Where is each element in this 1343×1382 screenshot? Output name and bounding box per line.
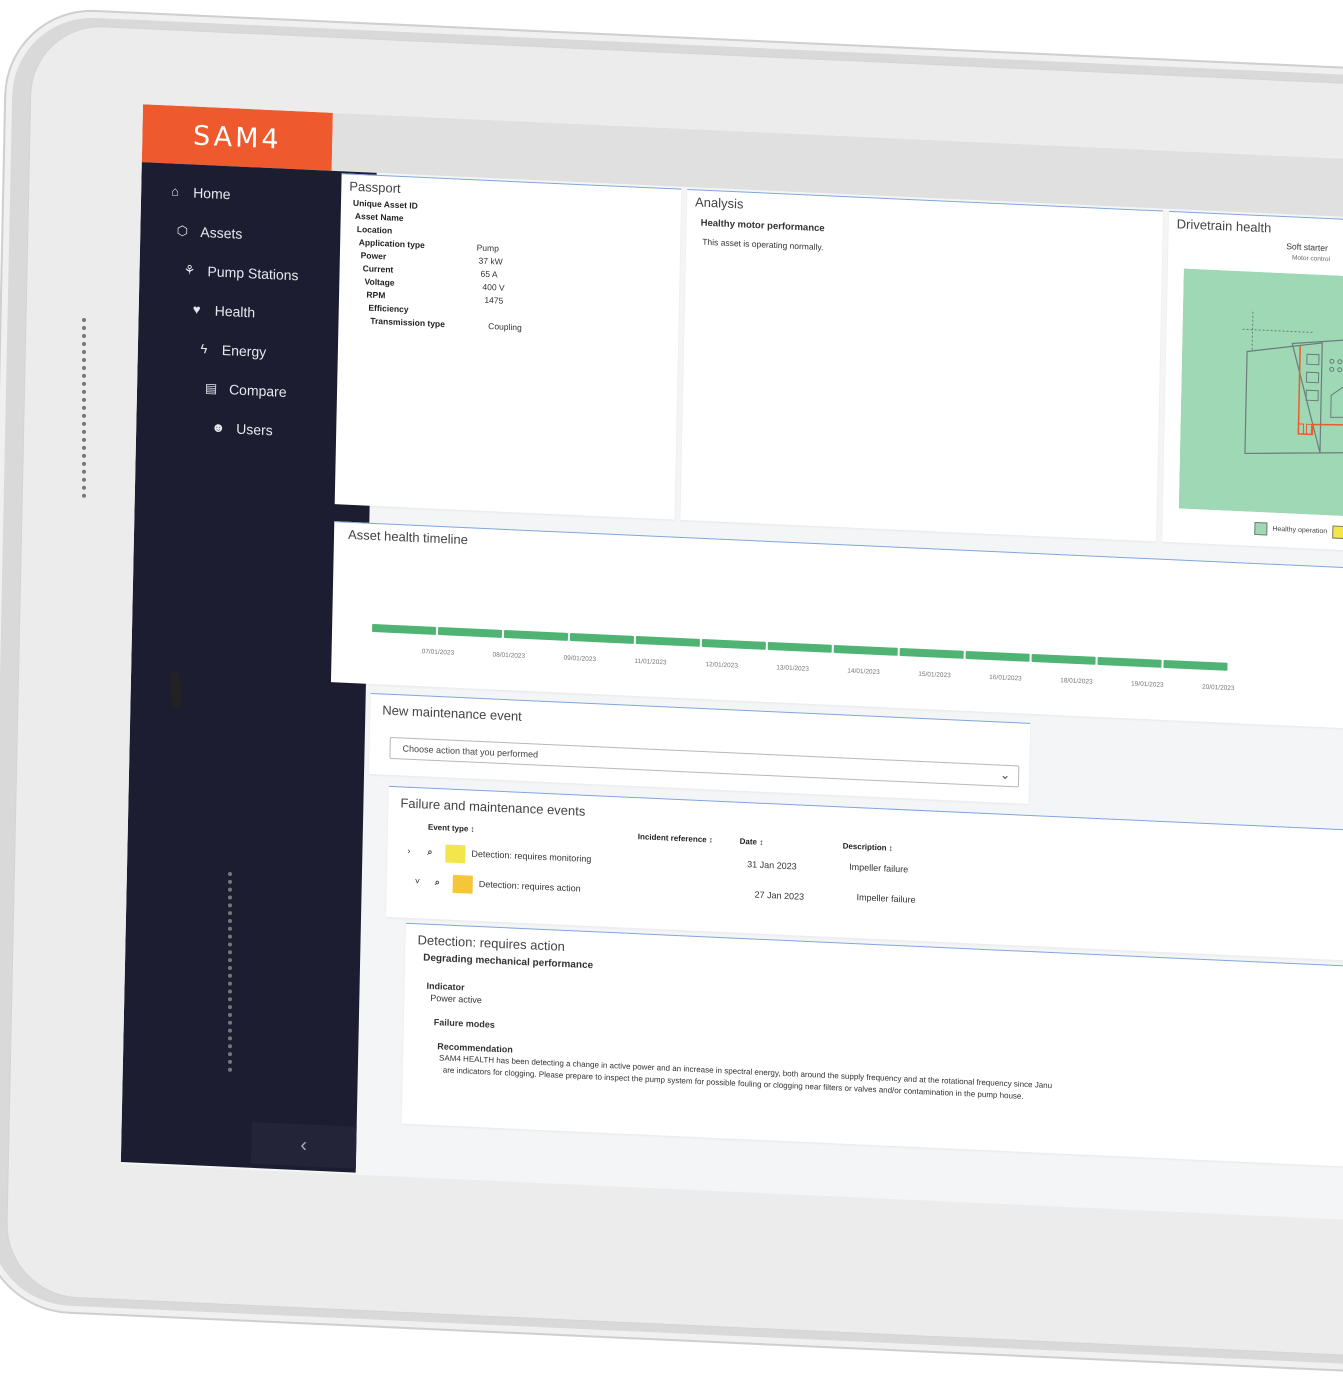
logo[interactable]: SAM4 [142,104,333,171]
col-event-type[interactable]: Event type ↕ [428,823,475,834]
sidebar-item-label: Pump Stations [207,263,298,283]
event-date: 31 Jan 2023 [747,859,797,871]
timeline-segment[interactable] [834,645,898,656]
sidebar-item-label: Users [236,420,273,438]
pump-stations-icon: ⚘ [179,261,199,278]
sidebar-item-label: Energy [222,341,267,359]
timeline-date-label: 14/01/2023 [847,668,880,676]
timeline-date-label: 19/01/2023 [1131,680,1164,688]
new-maintenance-event-card: New maintenance event Choose action that… [369,693,1030,804]
passport-value: 1475 [484,295,503,309]
timeline-date-label: 16/01/2023 [989,674,1022,682]
failure-modes-label: Failure modes [434,1017,495,1030]
event-type-text: Detection: requires action [479,879,581,894]
compare-icon: ▤ [201,380,221,397]
speaker-grille-top [82,318,90,498]
timeline-segment[interactable] [636,636,700,647]
event-date: 27 Jan 2023 [754,890,804,902]
screen: SAM4 ⌂Home⬡Assets⚘Pump Stations♥HealthϟE… [121,104,1343,1232]
tablet-frame: SAM4 ⌂Home⬡Assets⚘Pump Stations♥HealthϟE… [0,8,1343,1380]
analysis-card: Analysis Healthy motor performance This … [680,189,1163,542]
timeline-date-label: 09/01/2023 [563,655,596,663]
timeline-segment[interactable] [966,651,1030,662]
event-description: Impeller failure [849,862,908,875]
sidebar-item-label: Health [215,302,256,320]
tablet-bezel: SAM4 ⌂Home⬡Assets⚘Pump Stations♥HealthϟE… [5,23,1343,1366]
drivetrain-legend: Healthy operationRe [1254,522,1343,540]
event-type-text: Detection: requires monitoring [471,849,591,864]
row-expander-icon[interactable]: › [407,846,410,856]
timeline-segment[interactable] [1163,660,1227,671]
recommendation-label: Recommendation [437,1041,513,1054]
passport-card: Passport Unique Asset IDAsset NameLocati… [335,173,682,519]
legend-swatch [1254,522,1267,536]
detail-headline: Degrading mechanical performance [423,953,593,972]
sidebar-item-label: Compare [229,381,287,400]
timeline-date-label: 07/01/2023 [422,648,455,656]
component-subtitle: Motor control [1292,254,1330,263]
legend-label: Healthy operation [1272,526,1327,535]
timeline-segment[interactable] [372,624,436,635]
timeline-segment[interactable] [1032,654,1096,665]
timeline-segment[interactable] [438,627,502,638]
users-icon: ☻ [208,419,228,435]
chevron-down-icon: ⌄ [1000,768,1010,782]
soft-starter-diagram[interactable] [1179,269,1343,518]
status-color-chip [445,844,465,863]
indicator-value: Power active [430,993,482,1005]
speaker-grille-bottom [228,872,236,1072]
timeline-segment[interactable] [1097,657,1161,668]
col-incident-reference[interactable]: Incident reference ↕ [638,832,713,844]
timeline-segment[interactable] [900,648,964,659]
heartbeat-icon: ♥ [187,301,207,317]
bolt-icon: ϟ [194,341,214,357]
soft-starter-diagram-svg [1179,269,1343,518]
home-icon: ⌂ [165,183,185,199]
maintenance-select-value: Choose action that you performed [402,743,538,759]
timeline-segment[interactable] [768,642,832,653]
passport-value: Pump [477,242,499,256]
timeline-date-label: 08/01/2023 [492,651,525,659]
passport-value: 400 V [482,282,504,296]
timeline-segment[interactable] [504,630,568,641]
passport-table: Unique Asset IDAsset NameLocationApplica… [350,198,680,343]
status-color-chip [453,875,473,894]
col-date[interactable]: Date ↕ [740,837,764,847]
row-expander-icon[interactable]: ˅ [415,876,420,886]
timeline-segment[interactable] [702,639,766,650]
event-detail-card: Detection: requires action Degrading mec… [402,923,1343,1180]
timeline-date-label: 20/01/2023 [1202,684,1235,692]
timeline-date-label: 15/01/2023 [918,671,951,679]
component-name: Soft starter [1286,241,1328,253]
maintenance-action-select[interactable]: Choose action that you performed ⌄ [389,737,1019,788]
timeline-date-label: 11/01/2023 [634,658,666,666]
passport-value: Coupling [488,321,522,336]
timeline-date-label: 13/01/2023 [776,664,809,672]
timeline-date-label: 18/01/2023 [1060,677,1093,685]
indicator-label: Indicator [427,981,465,993]
search-icon[interactable]: ⌕ [435,877,440,888]
search-icon[interactable]: ⌕ [427,847,432,858]
event-description: Impeller failure [856,892,915,905]
timeline-segment[interactable] [570,633,634,644]
drivetrain-health-card: Drivetrain health Soft starter Motor con… [1162,211,1343,564]
col-description[interactable]: Description ↕ [843,841,893,852]
legend-swatch [1332,525,1343,539]
sidebar-item-label: Home [193,184,231,202]
passport-value: 37 kW [478,256,502,270]
main-content: Passport Unique Asset IDAsset NameLocati… [321,171,1343,1230]
cube-icon: ⬡ [172,222,192,239]
passport-value: 65 A [480,269,497,283]
sidebar-item-label: Assets [200,223,242,241]
app: SAM4 ⌂Home⬡Assets⚘Pump Stations♥HealthϟE… [121,104,1343,1232]
timeline-date-label: 12/01/2023 [705,661,738,669]
